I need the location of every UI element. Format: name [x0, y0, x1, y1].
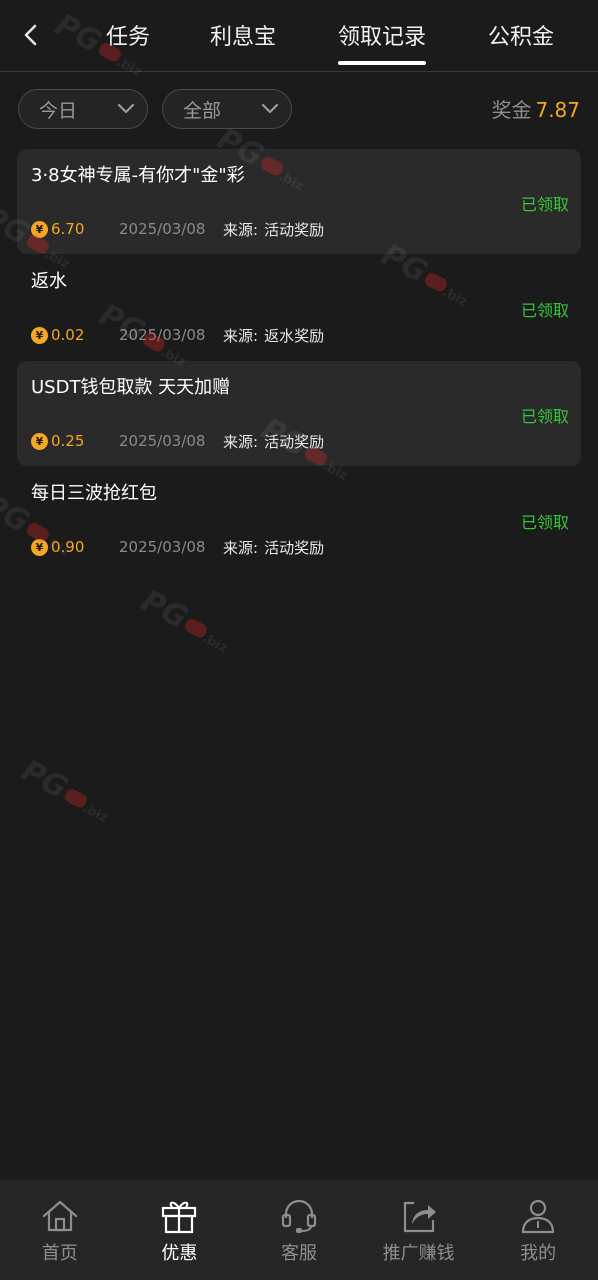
record-status: 已领取	[520, 195, 569, 214]
yuan-coin-icon: ¥	[31, 326, 48, 344]
nav-promotions[interactable]: 优惠	[120, 1180, 240, 1280]
record-item: 返水 已领取 ¥ 0.02 2025/03/08 来源: 返水奖励	[17, 255, 581, 360]
record-item: 每日三波抢红包 已领取 ¥ 0.90 2025/03/08 来源: 活动奖励	[17, 467, 581, 572]
nav-promotions-label: 优惠	[161, 1243, 198, 1264]
home-icon	[40, 1198, 80, 1234]
nav-referral-label: 推广赚钱	[382, 1243, 455, 1264]
tab-tasks[interactable]: 任务	[106, 22, 150, 54]
type-filter-value: 全部	[183, 99, 222, 122]
record-source: 返水奖励	[264, 326, 325, 345]
record-title: 返水	[31, 271, 67, 292]
record-source: 活动奖励	[264, 538, 325, 557]
headset-icon	[279, 1198, 319, 1234]
record-meta: ¥ 0.90 2025/03/08 来源: 活动奖励	[31, 537, 324, 557]
nav-profile-label: 我的	[520, 1243, 557, 1264]
tab-interest[interactable]: 利息宝	[210, 22, 276, 54]
top-nav: 任务 利息宝 领取记录 公积金	[0, 0, 598, 72]
record-date: 2025/03/08	[119, 326, 206, 344]
record-status: 已领取	[520, 301, 569, 320]
record-item: USDT钱包取款 天天加赠 已领取 ¥ 0.25 2025/03/08 来源: …	[17, 361, 581, 466]
tab-provident-fund[interactable]: 公积金	[488, 22, 554, 54]
nav-home[interactable]: 首页	[0, 1180, 120, 1280]
record-source: 活动奖励	[264, 432, 325, 451]
share-icon	[399, 1198, 439, 1234]
bonus-total: 奖金 7.87	[491, 94, 580, 123]
chevron-left-icon	[24, 24, 37, 46]
record-date: 2025/03/08	[119, 432, 206, 450]
nav-support[interactable]: 客服	[239, 1180, 359, 1280]
watermark: PG.biz	[15, 753, 110, 827]
record-item: 3·8女神专属-有你才"金"彩 已领取 ¥ 6.70 2025/03/08 来源…	[17, 149, 581, 254]
date-filter-value: 今日	[39, 99, 78, 122]
nav-profile[interactable]: 我的	[478, 1180, 598, 1280]
record-amount: 0.02	[51, 326, 85, 344]
nav-home-label: 首页	[41, 1243, 78, 1264]
chevron-down-icon	[115, 98, 137, 120]
record-meta: ¥ 0.02 2025/03/08 来源: 返水奖励	[31, 325, 324, 345]
record-source-label: 来源:	[223, 432, 259, 451]
tab-claim-records[interactable]: 领取记录	[338, 22, 427, 65]
yuan-coin-icon: ¥	[31, 220, 48, 238]
record-status: 已领取	[520, 513, 569, 532]
record-title: 3·8女神专属-有你才"金"彩	[31, 165, 245, 186]
bonus-label: 奖金	[491, 98, 532, 122]
record-amount: 6.70	[51, 220, 85, 238]
bottom-nav: 首页 优惠 客服 推广赚钱 我的	[0, 1180, 598, 1280]
record-source: 活动奖励	[264, 220, 325, 239]
record-amount: 0.90	[51, 538, 85, 556]
watermark: PG.biz	[135, 583, 230, 657]
record-date: 2025/03/08	[119, 538, 206, 556]
gift-icon	[159, 1198, 199, 1234]
record-date: 2025/03/08	[119, 220, 206, 238]
record-title: USDT钱包取款 天天加赠	[31, 377, 231, 398]
nav-support-label: 客服	[280, 1243, 317, 1264]
record-status: 已领取	[520, 407, 569, 426]
claim-records-list: 3·8女神专属-有你才"金"彩 已领取 ¥ 6.70 2025/03/08 来源…	[17, 149, 581, 573]
user-icon	[518, 1198, 558, 1234]
type-filter-dropdown[interactable]: 全部	[162, 89, 292, 129]
record-title: 每日三波抢红包	[31, 483, 157, 504]
chevron-down-icon	[259, 98, 281, 120]
back-button[interactable]	[14, 18, 48, 52]
date-filter-dropdown[interactable]: 今日	[18, 89, 148, 129]
record-amount: 0.25	[51, 432, 85, 450]
record-source-label: 来源:	[223, 220, 259, 239]
nav-referral[interactable]: 推广赚钱	[359, 1180, 479, 1280]
record-source-label: 来源:	[223, 538, 259, 557]
record-source-label: 来源:	[223, 326, 259, 345]
yuan-coin-icon: ¥	[31, 538, 48, 556]
record-meta: ¥ 6.70 2025/03/08 来源: 活动奖励	[31, 219, 324, 239]
record-meta: ¥ 0.25 2025/03/08 来源: 活动奖励	[31, 431, 324, 451]
yuan-coin-icon: ¥	[31, 432, 48, 450]
bonus-value: 7.87	[535, 98, 580, 122]
